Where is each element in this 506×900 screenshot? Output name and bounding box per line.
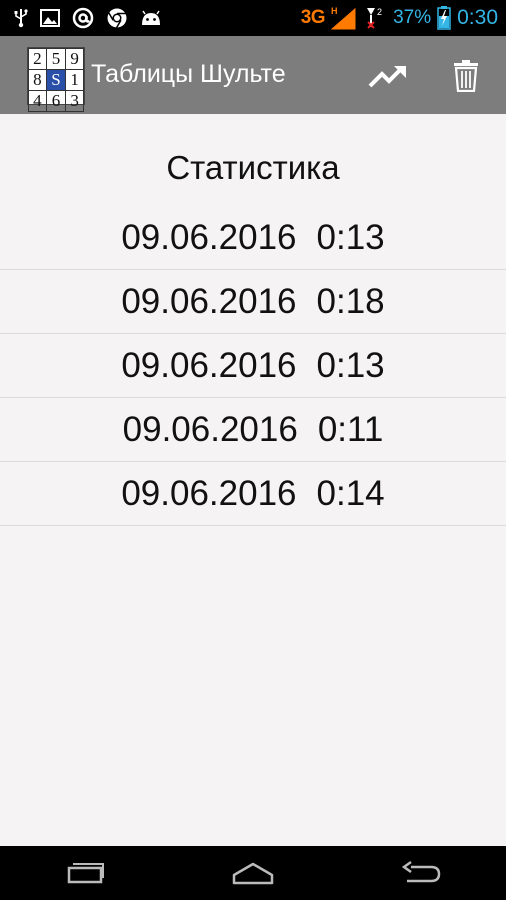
trash-icon	[454, 60, 478, 92]
battery-icon	[437, 6, 451, 30]
logo-cell: 2	[27, 47, 48, 70]
logo-cell: 5	[46, 47, 66, 70]
battery-percent: 37%	[393, 7, 432, 28]
record-time: 0:13	[316, 345, 385, 385]
record-time: 0:14	[316, 473, 385, 513]
logo-cell: 9	[64, 47, 85, 70]
home-button[interactable]	[213, 854, 293, 892]
app-logo-icon[interactable]: 2 5 9 8 S 1 4 6 3	[27, 47, 85, 112]
notification-icons	[14, 6, 162, 30]
usb-icon	[14, 9, 28, 28]
list-item[interactable]: 09.06.2016 0:13	[0, 334, 506, 398]
chrome-icon	[107, 8, 127, 29]
logo-cell: 4	[27, 89, 48, 112]
list-item[interactable]: 09.06.2016 0:13	[0, 206, 506, 270]
logo-cell: 8	[27, 68, 48, 91]
recent-apps-button[interactable]	[45, 854, 125, 892]
navigation-bar	[0, 846, 506, 900]
home-icon	[232, 862, 274, 885]
clock: 0:30	[457, 6, 498, 29]
chart-button[interactable]	[366, 56, 410, 96]
recent-apps-icon	[67, 863, 104, 884]
delete-button[interactable]	[446, 54, 486, 98]
list-item[interactable]: 09.06.2016 0:11	[0, 398, 506, 462]
app-title: Таблицы Шульте	[91, 60, 286, 88]
signal-sim2-icon: 2	[367, 7, 382, 29]
results-list: 09.06.2016 0:13 09.06.2016 0:18 09.06.20…	[0, 206, 506, 526]
statistics-heading: Статистика	[166, 149, 340, 186]
record-time: 0:11	[317, 409, 384, 449]
image-icon	[40, 9, 60, 27]
list-item[interactable]: 09.06.2016 0:18	[0, 270, 506, 334]
logo-cell: 1	[64, 68, 85, 91]
record-date: 09.06.2016	[122, 409, 298, 449]
record-date: 09.06.2016	[121, 281, 297, 321]
android-icon	[142, 10, 160, 25]
action-bar: 2 5 9 8 S 1 4 6 3 Таблицы Шульте	[0, 36, 506, 114]
record-date: 09.06.2016	[121, 345, 297, 385]
status-bar: 3G H 2 37% 0:30	[0, 0, 506, 36]
system-indicators: 3G H 2 37% 0:30	[301, 0, 498, 36]
trending-up-icon	[368, 66, 406, 88]
svg-text:2: 2	[377, 7, 382, 17]
logo-cell: 3	[64, 89, 85, 112]
logo-cell: 6	[46, 89, 66, 112]
back-button[interactable]	[381, 854, 461, 892]
at-icon	[72, 7, 94, 29]
back-icon	[401, 860, 441, 883]
list-item[interactable]: 09.06.2016 0:14	[0, 462, 506, 526]
record-time: 0:18	[316, 281, 385, 321]
network-type-label: 3G	[300, 7, 326, 28]
svg-text:H: H	[331, 6, 338, 16]
logo-cell-center: S	[46, 68, 66, 91]
record-date: 09.06.2016	[121, 217, 297, 257]
signal-icon: H	[331, 6, 356, 30]
record-date: 09.06.2016	[121, 473, 297, 513]
record-time: 0:13	[316, 217, 385, 257]
